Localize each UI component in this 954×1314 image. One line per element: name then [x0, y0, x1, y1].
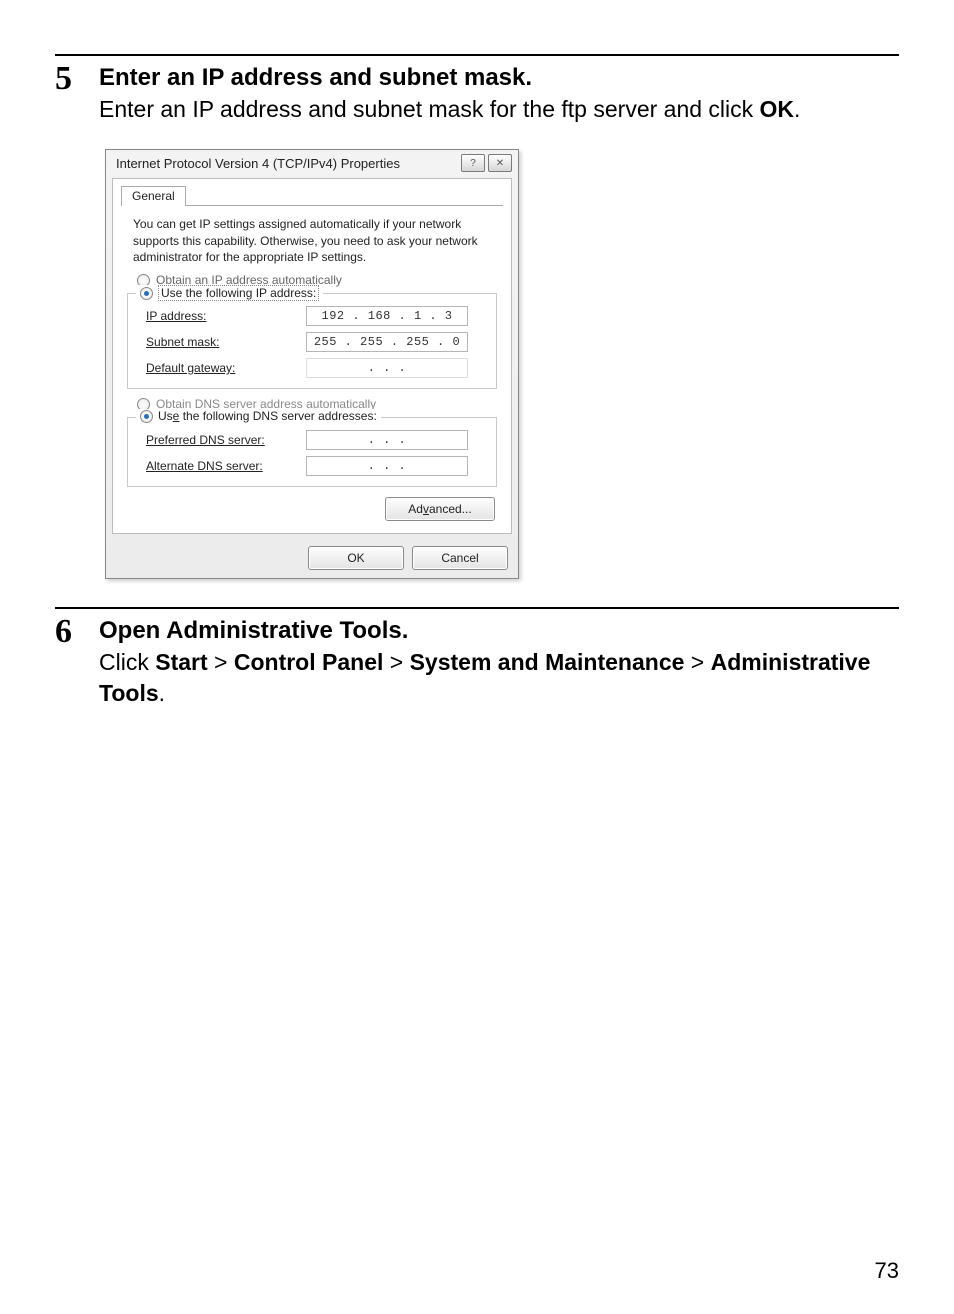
subnet-mask-row: Subnet mask:Subnet mask: 255 . 255 . 255… [146, 332, 488, 352]
dialog-title: Internet Protocol Version 4 (TCP/IPv4) P… [116, 156, 461, 171]
subnet-mask-value: 255 . 255 . 255 . 0 [314, 335, 460, 349]
ip-address-value: 192 . 168 . 1 . 3 [322, 309, 453, 323]
radio-icon [140, 287, 153, 300]
subnet-mask-input[interactable]: 255 . 255 . 255 . 0 [306, 332, 468, 352]
step-5: 5 Enter an IP address and subnet mask. E… [55, 62, 899, 125]
radio-use-following-ip[interactable]: Use the following IP address: [136, 285, 323, 301]
ip-address-label: IIP address:P address: [146, 309, 306, 323]
divider [55, 54, 899, 56]
ip-address-row: IIP address:P address: 192 . 168 . 1 . 3 [146, 306, 488, 326]
step-6: 6 Open Administrative Tools. Click Start… [55, 615, 899, 709]
default-gateway-value: . . . [368, 361, 407, 375]
alternate-dns-value: . . . [368, 459, 407, 473]
preferred-dns-label: Preferred DNS server:Preferred DNS serve… [146, 433, 306, 447]
dialog-body: General You can get IP settings assigned… [112, 178, 512, 534]
path-post: . [159, 680, 165, 706]
radio-label: Use the following DNS server addresses:U… [158, 409, 377, 423]
cancel-button[interactable]: Cancel [412, 546, 508, 570]
ip-fieldset: Use the following IP address: IIP addres… [127, 293, 497, 389]
subnet-mask-label: Subnet mask:Subnet mask: [146, 335, 306, 349]
alternate-dns-label: Alternate DNS server:Alternate DNS serve… [146, 459, 306, 473]
ip-address-input[interactable]: 192 . 168 . 1 . 3 [306, 306, 468, 326]
preferred-dns-row: Preferred DNS server:Preferred DNS serve… [146, 430, 488, 450]
preferred-dns-value: . . . [368, 433, 407, 447]
alternate-dns-input[interactable]: . . . [306, 456, 468, 476]
step-description: Click Start > Control Panel > System and… [99, 649, 870, 706]
help-icon[interactable]: ? [461, 154, 485, 172]
ipv4-properties-dialog: Internet Protocol Version 4 (TCP/IPv4) P… [105, 149, 519, 579]
dialog-description: You can get IP settings assigned automat… [113, 206, 511, 271]
path-pre: Click [99, 649, 155, 675]
step-body: Enter an IP address and subnet mask. Ent… [99, 62, 899, 125]
alternate-dns-row: Alternate DNS server:Alternate DNS serve… [146, 456, 488, 476]
step-body: Open Administrative Tools. Click Start >… [99, 615, 899, 709]
path-sep: > [684, 649, 710, 675]
step-desc-pre: Enter an IP address and subnet mask for … [99, 96, 760, 122]
window-buttons: ? ✕ [461, 154, 512, 172]
radio-icon [140, 410, 153, 423]
step-heading: Enter an IP address and subnet mask. [99, 64, 532, 91]
inner-button-row: Advanced...Advanced... [113, 487, 511, 525]
tab-general[interactable]: General [121, 186, 186, 206]
path-sep: > [208, 649, 234, 675]
ok-button[interactable]: OK [308, 546, 404, 570]
path-sep: > [383, 649, 409, 675]
advanced-button[interactable]: Advanced...Advanced... [385, 497, 495, 521]
default-gateway-input[interactable]: . . . [306, 358, 468, 378]
tab-row: General [113, 179, 511, 205]
radio-label: Use the following IP address: [158, 285, 319, 301]
step-description: Enter an IP address and subnet mask for … [99, 96, 800, 122]
step-number: 6 [55, 615, 99, 649]
step-heading: Open Administrative Tools. [99, 617, 408, 644]
step-desc-bold: OK [760, 96, 795, 122]
default-gateway-label: Default gateway:Default gateway: [146, 361, 306, 375]
radio-use-following-dns[interactable]: Use the following DNS server addresses:U… [136, 409, 381, 423]
default-gateway-row: Default gateway:Default gateway: . . . [146, 358, 488, 378]
dns-section: Obtain DNS server address automaticallyO… [113, 397, 511, 487]
close-icon[interactable]: ✕ [488, 154, 512, 172]
path-control-panel: Control Panel [234, 649, 384, 675]
dns-fieldset: Use the following DNS server addresses:U… [127, 417, 497, 487]
step-desc-post: . [794, 96, 800, 122]
divider [55, 607, 899, 609]
path-system-maintenance: System and Maintenance [410, 649, 685, 675]
page-number: 73 [875, 1258, 899, 1284]
dialog-titlebar: Internet Protocol Version 4 (TCP/IPv4) P… [106, 150, 518, 176]
preferred-dns-input[interactable]: . . . [306, 430, 468, 450]
document-page: 5 Enter an IP address and subnet mask. E… [0, 0, 954, 1314]
path-start: Start [155, 649, 207, 675]
dialog-button-row: OK Cancel [106, 540, 518, 578]
step-number: 5 [55, 62, 99, 96]
